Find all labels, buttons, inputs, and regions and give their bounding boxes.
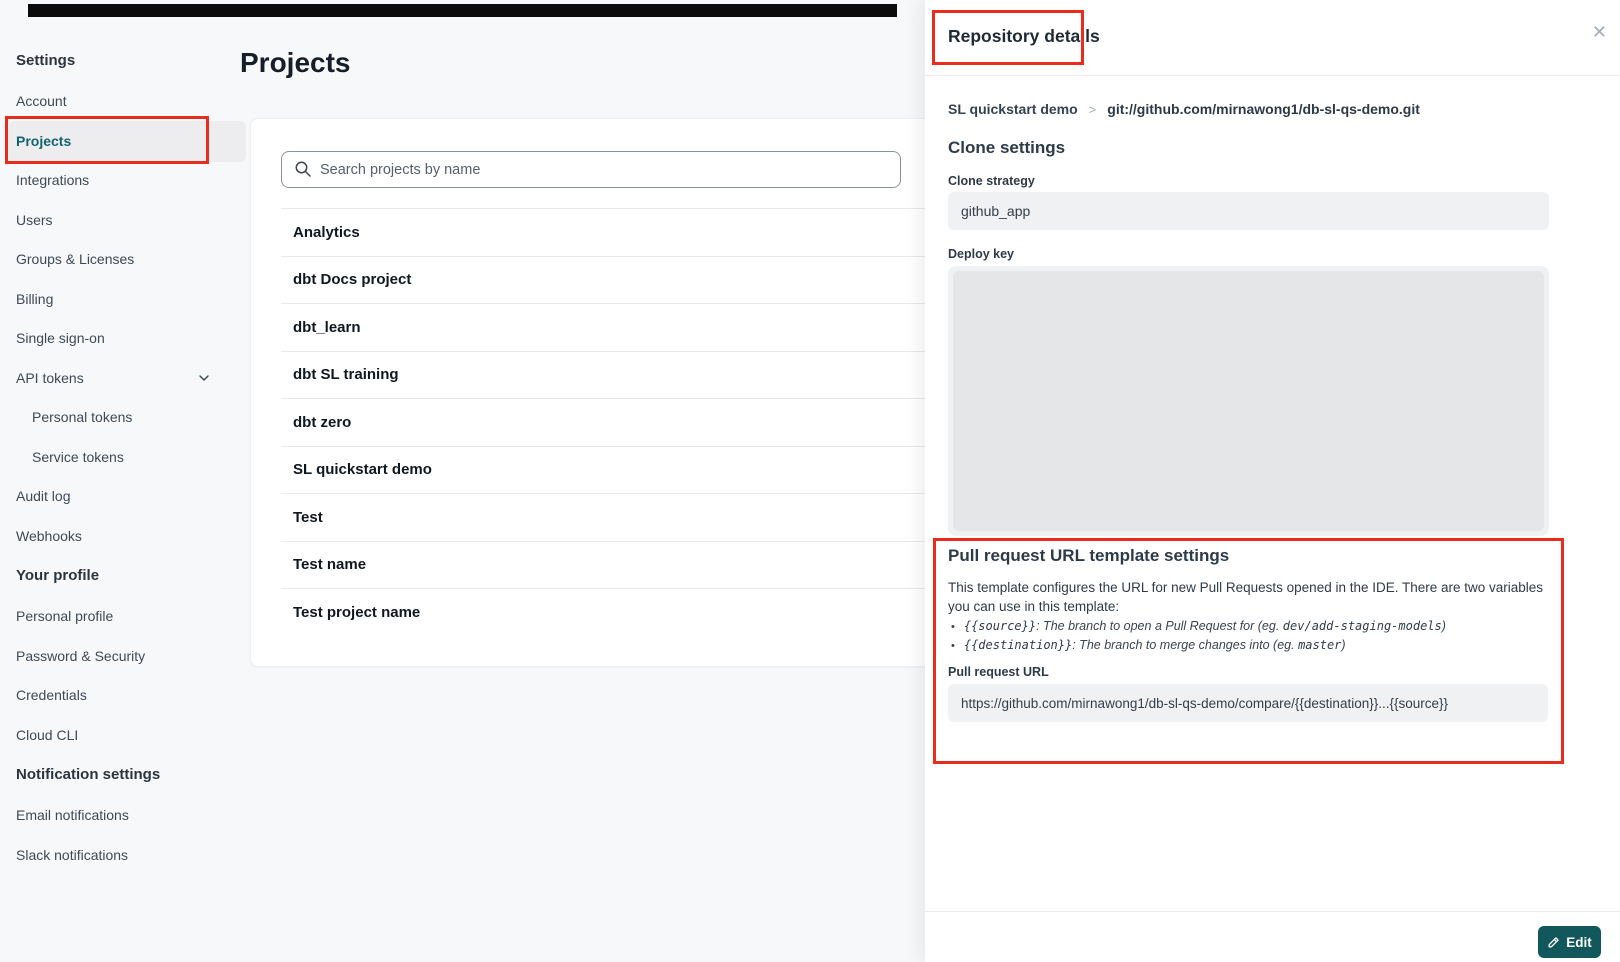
sidebar-item[interactable]: Billing xyxy=(16,289,238,310)
edit-button-label: Edit xyxy=(1566,935,1592,950)
clone-strategy-text: github_app xyxy=(961,203,1030,219)
sidebar-heading-notification-settings: Notification settings xyxy=(16,764,238,785)
panel-title: Repository details xyxy=(948,26,1100,47)
project-name: Test project name xyxy=(293,604,420,621)
project-name: dbt Docs project xyxy=(293,271,411,288)
sidebar-heading-your-profile: Your profile xyxy=(16,565,238,586)
project-name: Test xyxy=(293,509,323,526)
project-name: dbt zero xyxy=(293,414,351,431)
deploy-key-textarea[interactable] xyxy=(953,271,1544,531)
pr-variable-example: dev/add-staging-models xyxy=(1283,619,1442,633)
pr-variable-text: : The branch to open a Pull Request for … xyxy=(1036,619,1283,633)
sidebar-item-label: Cloud CLI xyxy=(16,725,78,746)
project-name: dbt_learn xyxy=(293,319,361,336)
sidebar-item-label: Account xyxy=(16,91,67,112)
clone-strategy-label: Clone strategy xyxy=(948,174,1035,188)
project-name: SL quickstart demo xyxy=(293,461,432,478)
sidebar-item[interactable]: Slack notifications xyxy=(16,845,238,866)
sidebar-section-notification-settings: Notification settings Email notification… xyxy=(16,764,238,866)
pr-variable-list: • {{source}}: The branch to open a Pull … xyxy=(951,619,1541,657)
breadcrumb-separator: > xyxy=(1089,102,1097,117)
sidebar-heading-settings: Settings xyxy=(16,50,238,71)
pr-variable-code: {{source}} xyxy=(964,619,1036,633)
sidebar-item-label: Integrations xyxy=(16,170,89,191)
pr-variable-text: : The branch to merge changes into (eg. xyxy=(1072,638,1298,652)
project-name: Analytics xyxy=(293,224,360,241)
sidebar-item-label: Projects xyxy=(16,131,71,152)
sidebar-item-label: Users xyxy=(16,210,53,231)
sidebar-item-label: API tokens xyxy=(16,368,84,389)
sidebar-item-label: Webhooks xyxy=(16,526,82,547)
breadcrumb-project[interactable]: SL quickstart demo xyxy=(948,101,1078,117)
pr-variable-suffix: ) xyxy=(1341,638,1345,652)
search-input[interactable] xyxy=(281,151,901,188)
pr-url-label: Pull request URL xyxy=(948,665,1049,679)
panel-footer-divider xyxy=(925,911,1620,912)
sidebar-item-label: Single sign-on xyxy=(16,328,105,349)
bullet-icon: • xyxy=(951,639,955,654)
pr-url-text: https://github.com/mirnawong1/db-sl-qs-d… xyxy=(961,696,1448,711)
page-title: Projects xyxy=(240,47,351,79)
sidebar-item-label: Billing xyxy=(16,289,53,310)
sidebar-item[interactable]: Groups & Licenses xyxy=(16,249,238,270)
sidebar-item-label: Groups & Licenses xyxy=(16,249,134,270)
search-field-wrap xyxy=(281,151,901,188)
sidebar-item-label: Slack notifications xyxy=(16,845,128,866)
sidebar-item[interactable]: Webhooks xyxy=(16,526,238,547)
settings-page: Settings Account Projects Integrations U… xyxy=(0,0,1620,962)
sidebar-item[interactable]: Users xyxy=(16,210,238,231)
sidebar-item[interactable]: Personal profile xyxy=(16,606,238,627)
sidebar-item-label: Email notifications xyxy=(16,805,129,826)
sidebar-item[interactable]: Integrations xyxy=(16,170,238,191)
deploy-key-label: Deploy key xyxy=(948,247,1014,261)
close-icon[interactable]: ✕ xyxy=(1592,22,1607,42)
deploy-key-field[interactable] xyxy=(948,266,1549,536)
sidebar-item[interactable]: Service tokens xyxy=(16,447,238,468)
project-name: Test name xyxy=(293,556,366,573)
sidebar-item[interactable]: Credentials xyxy=(16,685,238,706)
pr-variable-example: master xyxy=(1298,638,1341,652)
sidebar-section-settings: Settings Account Projects Integrations U… xyxy=(16,50,238,547)
sidebar-item[interactable]: Account xyxy=(16,91,238,112)
sidebar-item[interactable]: Projects xyxy=(8,121,246,162)
sidebar-item[interactable]: Audit log xyxy=(16,486,238,507)
sidebar-item-label: Credentials xyxy=(16,685,87,706)
sidebar-item[interactable]: Single sign-on xyxy=(16,328,238,349)
pr-variable-item: • {{source}}: The branch to open a Pull … xyxy=(951,619,1541,635)
sidebar-item-label: Audit log xyxy=(16,486,70,507)
sidebar-item-label: Personal profile xyxy=(16,606,113,627)
project-name: dbt SL training xyxy=(293,366,399,383)
bullet-icon: • xyxy=(951,620,955,635)
breadcrumb: SL quickstart demo > git://github.com/mi… xyxy=(948,101,1420,117)
pr-url-value[interactable]: https://github.com/mirnawong1/db-sl-qs-d… xyxy=(948,684,1548,722)
pencil-icon xyxy=(1547,936,1560,949)
settings-sidebar: Settings Account Projects Integrations U… xyxy=(16,50,238,884)
clone-strategy-value[interactable]: github_app xyxy=(948,192,1549,230)
repository-details-panel: Repository details ✕ SL quickstart demo … xyxy=(925,0,1620,962)
sidebar-item[interactable]: Cloud CLI xyxy=(16,725,238,746)
pr-variable-code: {{destination}} xyxy=(964,638,1072,652)
sidebar-section-your-profile: Your profile Personal profile Password &… xyxy=(16,565,238,746)
top-nav-bar xyxy=(28,4,897,17)
search-icon xyxy=(294,160,312,178)
sidebar-item-label: Password & Security xyxy=(16,646,145,667)
sidebar-item-label: Service tokens xyxy=(32,447,124,468)
chevron-down-icon xyxy=(196,370,212,386)
pr-variable-item: • {{destination}}: The branch to merge c… xyxy=(951,638,1541,654)
sidebar-item[interactable]: Email notifications xyxy=(16,805,238,826)
sidebar-item[interactable]: API tokens xyxy=(16,368,238,389)
breadcrumb-repo-url: git://github.com/mirnawong1/db-sl-qs-dem… xyxy=(1107,101,1420,117)
clone-settings-heading: Clone settings xyxy=(948,138,1065,158)
panel-header-divider xyxy=(925,75,1620,76)
sidebar-item[interactable]: Password & Security xyxy=(16,646,238,667)
edit-button[interactable]: Edit xyxy=(1538,926,1601,958)
pr-variable-suffix: ) xyxy=(1442,619,1446,633)
sidebar-item-label: Personal tokens xyxy=(32,407,132,428)
sidebar-item[interactable]: Personal tokens xyxy=(16,407,238,428)
pr-template-heading: Pull request URL template settings xyxy=(948,546,1229,566)
pr-template-description: This template configures the URL for new… xyxy=(948,578,1545,616)
